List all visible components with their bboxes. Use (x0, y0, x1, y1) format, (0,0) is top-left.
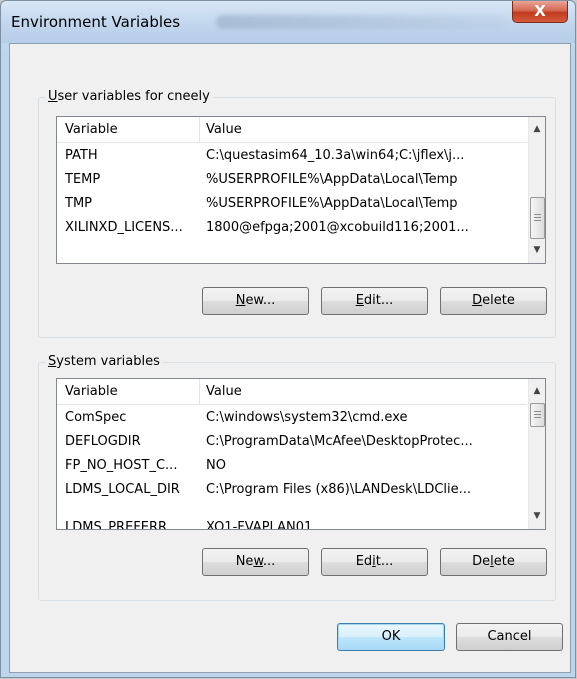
variable-value: %USERPROFILE%\AppData\Local\Temp (206, 172, 458, 187)
variable-name: ComSpec (65, 410, 127, 425)
user-variables-group-label: User variables for cneely (45, 89, 213, 104)
btn-text-post: elete (482, 293, 515, 308)
close-icon: X (534, 2, 546, 20)
user-list-header: Variable Value (57, 117, 527, 143)
cancel-button[interactable]: Cancel (456, 623, 563, 651)
scroll-up-arrow-icon[interactable]: ▲ (529, 383, 545, 400)
column-header-value[interactable]: Value (206, 122, 242, 137)
btn-mnemonic: w (253, 554, 263, 569)
btn-text-pre: Ne (235, 554, 254, 569)
cancel-label: Cancel (487, 629, 532, 644)
table-row[interactable]: TEMP %USERPROFILE%\AppData\Local\Temp (57, 169, 527, 191)
variable-value: XO1-FVAPLAN01 (206, 520, 313, 530)
label-mnemonic: U (48, 89, 58, 104)
btn-mnemonic: D (472, 293, 483, 308)
user-edit-button[interactable]: Edit... (321, 287, 428, 315)
btn-text-post: ew... (245, 293, 276, 308)
title-bar[interactable]: Environment Variables X (1, 1, 575, 43)
table-row[interactable]: XILINXD_LICENS... 1800@efpga;2001@xcobui… (57, 217, 527, 239)
scroll-down-arrow-icon[interactable]: ▼ (529, 242, 545, 259)
btn-text-post: ete (493, 554, 515, 569)
scroll-thumb[interactable] (530, 403, 545, 427)
variable-value: C:\windows\system32\cmd.exe (206, 410, 408, 425)
system-variables-group-label: System variables (45, 354, 163, 369)
column-separator[interactable] (199, 379, 200, 404)
btn-text-pre: De (472, 554, 491, 569)
label-text: ser variables for cneely (57, 89, 210, 104)
variable-value: C:\Program Files (x86)\LANDesk\LDClie... (206, 482, 472, 497)
variable-value: C:\questasim64_10.3a\win64;C:\jflex\j... (206, 148, 465, 163)
system-edit-button[interactable]: Edit... (321, 548, 428, 576)
variable-value: C:\ProgramData\McAfee\DesktopProtec... (206, 434, 473, 449)
btn-text-post: t... (375, 554, 394, 569)
variable-name: LDMS_PREFERR... (65, 520, 179, 530)
btn-mnemonic: E (355, 293, 364, 308)
system-list-scrollbar[interactable]: ▲ ▼ (528, 379, 545, 529)
window-title: Environment Variables (11, 13, 181, 31)
variable-name: DEFLOGDIR (65, 434, 141, 449)
btn-text-pre: Ed (355, 554, 373, 569)
title-bar-glass-reflection (216, 15, 506, 29)
variable-name: XILINXD_LICENS... (65, 220, 183, 235)
environment-variables-window: Environment Variables X User variables f… (0, 0, 576, 678)
variable-name: TMP (65, 196, 92, 211)
label-text: ystem variables (56, 354, 160, 369)
table-row[interactable]: FP_NO_HOST_C... NO (57, 455, 527, 477)
user-delete-button[interactable]: Delete (440, 287, 547, 315)
grip-icon (534, 411, 541, 419)
scroll-thumb[interactable] (530, 197, 545, 239)
user-variables-list[interactable]: Variable Value PATH C:\questasim64_10.3a… (56, 116, 546, 264)
table-row[interactable]: LDMS_LOCAL_DIR C:\Program Files (x86)\LA… (57, 479, 527, 501)
variable-name: FP_NO_HOST_C... (65, 458, 178, 473)
btn-mnemonic: N (235, 293, 246, 308)
system-delete-button[interactable]: Delete (440, 548, 547, 576)
column-header-variable[interactable]: Variable (65, 384, 118, 399)
scroll-down-arrow-icon[interactable]: ▼ (529, 508, 545, 525)
column-header-value[interactable]: Value (206, 384, 242, 399)
dialog-client-area: User variables for cneely Variable Value… (9, 43, 571, 673)
column-header-variable[interactable]: Variable (65, 122, 118, 137)
column-separator[interactable] (199, 117, 200, 142)
variable-value: 1800@efpga;2001@xcobuild116;2001... (206, 220, 469, 235)
variable-name: TEMP (65, 172, 101, 187)
system-variables-list[interactable]: Variable Value ComSpec C:\windows\system… (56, 378, 546, 530)
variable-name: LDMS_LOCAL_DIR (65, 482, 180, 497)
table-row[interactable]: DEFLOGDIR C:\ProgramData\McAfee\DesktopP… (57, 431, 527, 453)
table-row-partial[interactable]: LDMS_PREFERR... XO1-FVAPLAN01 (57, 510, 527, 530)
system-new-button[interactable]: New... (202, 548, 309, 576)
user-list-scrollbar[interactable]: ▲ ▼ (528, 117, 545, 263)
btn-text-post: ... (262, 554, 276, 569)
table-row[interactable]: PATH C:\questasim64_10.3a\win64;C:\jflex… (57, 145, 527, 167)
table-row[interactable]: TMP %USERPROFILE%\AppData\Local\Temp (57, 193, 527, 215)
close-button[interactable]: X (512, 1, 568, 23)
ok-button[interactable]: OK (337, 623, 445, 651)
scroll-up-arrow-icon[interactable]: ▲ (529, 121, 545, 138)
variable-value: %USERPROFILE%\AppData\Local\Temp (206, 196, 458, 211)
variable-name: PATH (65, 148, 98, 163)
grip-icon (534, 214, 541, 222)
user-new-button[interactable]: New... (202, 287, 309, 315)
variable-value: NO (206, 458, 226, 473)
system-list-header: Variable Value (57, 379, 527, 405)
table-row[interactable]: ComSpec C:\windows\system32\cmd.exe (57, 407, 527, 429)
ok-label: OK (381, 629, 401, 644)
btn-text-post: dit... (363, 293, 394, 308)
